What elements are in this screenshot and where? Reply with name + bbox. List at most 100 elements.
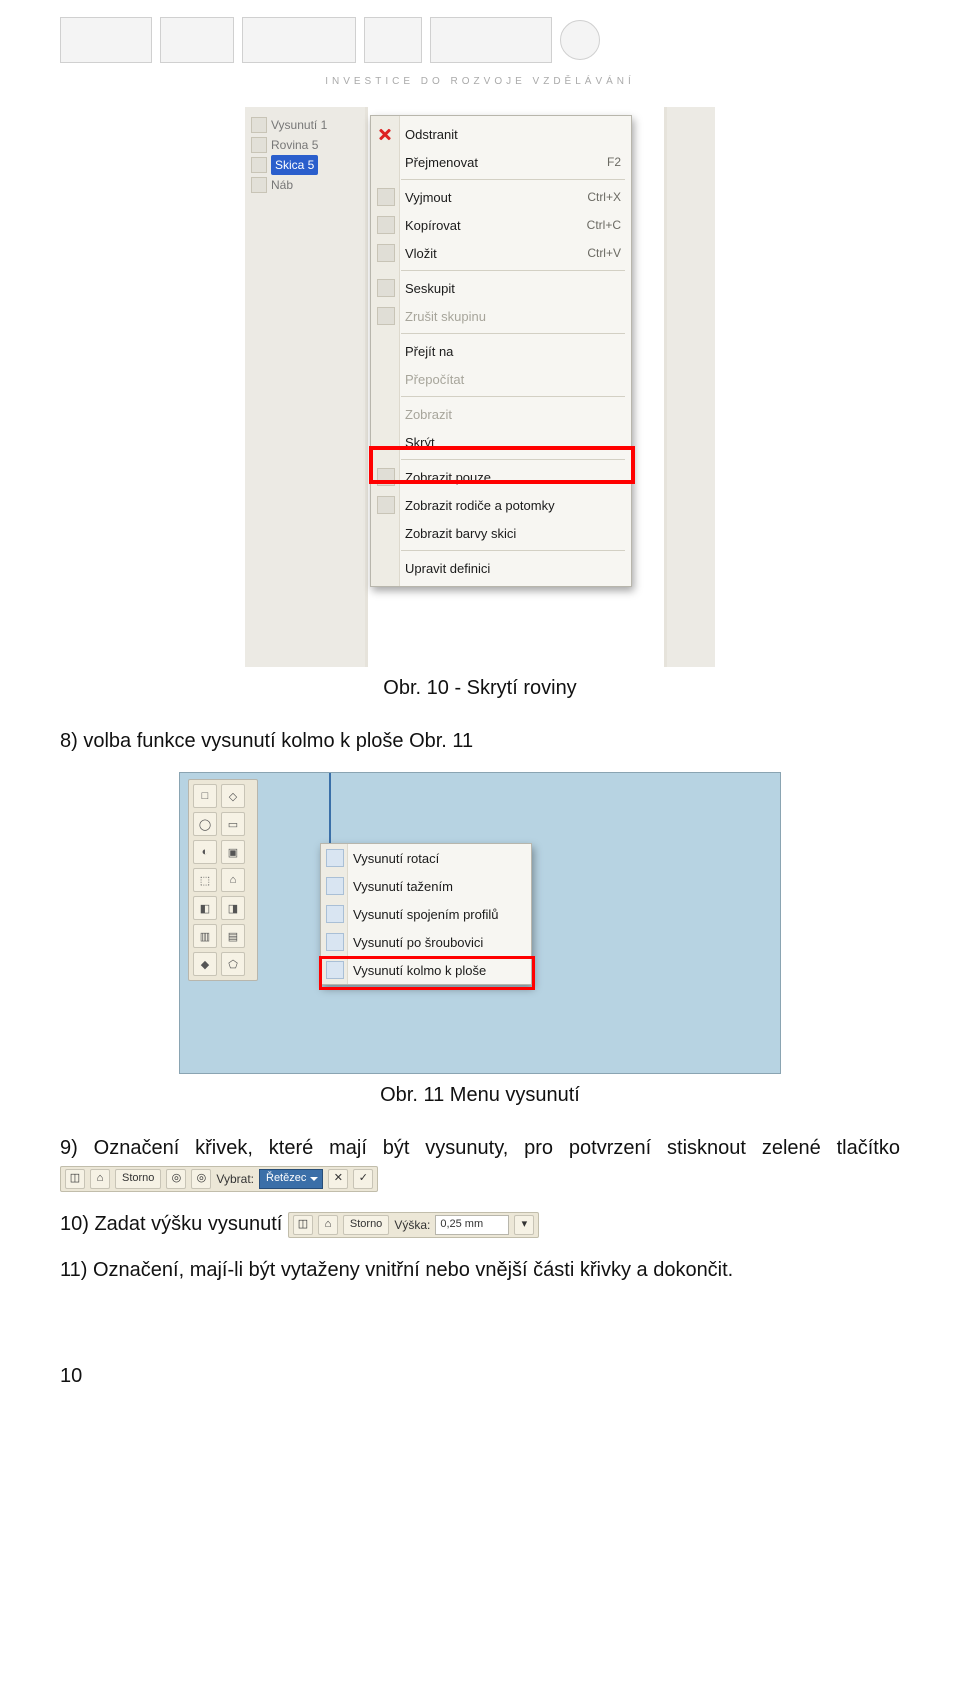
cancel-button[interactable]: Storno xyxy=(115,1169,161,1189)
paste-icon xyxy=(377,244,395,262)
menu-item-extrude-helix[interactable]: Vysunutí po šroubovici xyxy=(321,928,531,956)
menu-item-group[interactable]: Seskupit xyxy=(371,274,631,302)
menu-item-label: Zobrazit xyxy=(405,407,452,422)
figure-10-caption: Obr. 10 - Skrytí roviny xyxy=(60,677,900,700)
menu-item-extrude-loft[interactable]: Vysunutí spojením profilů xyxy=(321,900,531,928)
menu-separator xyxy=(401,396,625,397)
tree-item-label: Rovina 5 xyxy=(271,135,318,155)
select-option-bar: ◫ ⌂ Storno ◎ ◎ Vybrat: Řetězec ✕ ✓ xyxy=(60,1166,378,1192)
toolbar-button[interactable]: □ xyxy=(193,784,217,808)
icon-button[interactable]: ◫ xyxy=(293,1215,313,1235)
height-label: Výška: xyxy=(394,1216,430,1234)
toolbar-button[interactable]: ⌂ xyxy=(221,868,245,892)
tree-item-label: Náb xyxy=(271,175,293,195)
confirm-icon[interactable]: ✓ xyxy=(353,1169,373,1189)
menu-item-paste[interactable]: Vložit Ctrl+V xyxy=(371,239,631,267)
menu-item-label: Skrýt xyxy=(405,435,435,450)
logo-eu xyxy=(160,17,234,63)
toolbar-button[interactable]: ◇ xyxy=(221,784,245,808)
feature-icon xyxy=(251,117,267,133)
menu-item-copy[interactable]: Kopírovat Ctrl+C xyxy=(371,211,631,239)
menu-item-extrude-revolve[interactable]: Vysunutí rotací xyxy=(321,844,531,872)
tree-item[interactable]: Náb xyxy=(251,175,359,195)
tree-item-label: Vysunutí 1 xyxy=(271,115,327,135)
tree-item[interactable]: Rovina 5 xyxy=(251,135,359,155)
menu-item-show-sketch-colors[interactable]: Zobrazit barvy skici xyxy=(371,519,631,547)
delete-icon xyxy=(377,126,393,142)
cut-icon xyxy=(377,188,395,206)
menu-item-show-only[interactable]: Zobrazit pouze xyxy=(371,463,631,491)
step-9-prefix: 9) Označení křivek, které mají být vysun… xyxy=(60,1137,900,1159)
menu-separator xyxy=(401,459,625,460)
extrude-normal-icon xyxy=(326,961,344,979)
menu-item-cut[interactable]: Vyjmout Ctrl+X xyxy=(371,183,631,211)
logo-liberecky-kraj xyxy=(430,17,552,63)
toolbar-button[interactable]: ◐ xyxy=(193,840,217,864)
icon-button[interactable]: ⌂ xyxy=(90,1169,110,1189)
menu-item-extrude-sweep[interactable]: Vysunutí tažením xyxy=(321,872,531,900)
menu-item-label: Seskupit xyxy=(405,281,455,296)
select-type-dropdown[interactable]: Řetězec xyxy=(259,1169,323,1189)
icon-button[interactable]: ◎ xyxy=(191,1169,211,1189)
menu-item-show: Zobrazit xyxy=(371,400,631,428)
tree-item-selected[interactable]: Skica 5 xyxy=(251,155,359,175)
menu-item-shortcut: Ctrl+C xyxy=(587,218,621,232)
toolbar-button[interactable]: ▥ xyxy=(193,924,217,948)
step-10-prefix: 10) Zadat výšku vysunutí xyxy=(60,1213,288,1235)
toolbar-button[interactable]: ◧ xyxy=(193,896,217,920)
feature-icon xyxy=(251,177,267,193)
menu-item-label: Zobrazit pouze xyxy=(405,470,491,485)
menu-item-show-parents[interactable]: Zobrazit rodiče a potomky xyxy=(371,491,631,519)
toolbar-button[interactable]: ◆ xyxy=(193,952,217,976)
menu-item-label: Vysunutí tažením xyxy=(353,879,453,894)
sketch-icon xyxy=(251,157,267,173)
toolbar-button[interactable]: ⬠ xyxy=(221,952,245,976)
menu-item-extrude-normal[interactable]: Vysunutí kolmo k ploše xyxy=(321,956,531,984)
menu-item-label: Zobrazit barvy skici xyxy=(405,526,516,541)
menu-separator xyxy=(401,333,625,334)
step-9-text: 9) Označení křivek, které mají být vysun… xyxy=(60,1133,900,1193)
extrude-revolve-icon xyxy=(326,849,344,867)
icon-button[interactable]: ◫ xyxy=(65,1169,85,1189)
menu-item-shortcut: F2 xyxy=(607,155,621,169)
height-option-bar: ◫ ⌂ Storno Výška: 0,25 mm ▾ xyxy=(288,1212,539,1238)
logo-round xyxy=(560,20,600,60)
toolbar-button[interactable]: ▤ xyxy=(221,924,245,948)
icon-button[interactable]: ▾ xyxy=(514,1215,534,1235)
tree-item-label: Skica 5 xyxy=(271,155,318,175)
header-tagline: INVESTICE DO ROZVOJE VZDĚLÁVÁNÍ xyxy=(60,76,900,87)
model-tree-panel: Vysunutí 1 Rovina 5 Skica 5 Náb xyxy=(245,107,368,667)
menu-item-label: Odstranit xyxy=(405,127,458,142)
height-field[interactable]: 0,25 mm xyxy=(435,1215,509,1235)
menu-item-shortcut: Ctrl+X xyxy=(587,190,621,204)
menu-item-label: Vysunutí kolmo k ploše xyxy=(353,963,486,978)
menu-item-rename[interactable]: Přejmenovat F2 xyxy=(371,148,631,176)
cancel-button[interactable]: Storno xyxy=(343,1215,389,1235)
step-11-text: 11) Označení, mají-li být vytaženy vnitř… xyxy=(60,1255,900,1285)
menu-item-label: Vložit xyxy=(405,246,437,261)
toolbar-button[interactable]: ▣ xyxy=(221,840,245,864)
right-toolbar xyxy=(664,107,715,667)
menu-item-delete[interactable]: Odstranit xyxy=(371,120,631,148)
toolbar-button[interactable]: ◯ xyxy=(193,812,217,836)
menu-item-edit-definition[interactable]: Upravit definici xyxy=(371,554,631,582)
menu-item-label: Zobrazit rodiče a potomky xyxy=(405,498,555,513)
figure-11-caption: Obr. 11 Menu vysunutí xyxy=(60,1084,900,1107)
menu-item-ungroup: Zrušit skupinu xyxy=(371,302,631,330)
step-8-text: 8) volba funkce vysunutí kolmo k ploše O… xyxy=(60,726,900,756)
menu-item-label: Vysunutí rotací xyxy=(353,851,439,866)
group-icon xyxy=(377,279,395,297)
cancel-icon[interactable]: ✕ xyxy=(328,1169,348,1189)
menu-item-hide[interactable]: Skrýt xyxy=(371,428,631,456)
toolbar-button[interactable]: ⬚ xyxy=(193,868,217,892)
icon-button[interactable]: ⌂ xyxy=(318,1215,338,1235)
menu-item-label: Přejít na xyxy=(405,344,453,359)
icon-button[interactable]: ◎ xyxy=(166,1169,186,1189)
figure-11: □ ◇ ◯ ▭ ◐ ▣ ⬚ ⌂ ◧ ◨ ▥ ▤ ◆ ⬠ Vysunutí rot… xyxy=(179,772,781,1074)
toolbar-button[interactable]: ◨ xyxy=(221,896,245,920)
tree-item[interactable]: Vysunutí 1 xyxy=(251,115,359,135)
toolbar-button[interactable]: ▭ xyxy=(221,812,245,836)
menu-item-goto[interactable]: Přejít na xyxy=(371,337,631,365)
menu-separator xyxy=(401,550,625,551)
menu-separator xyxy=(401,179,625,180)
